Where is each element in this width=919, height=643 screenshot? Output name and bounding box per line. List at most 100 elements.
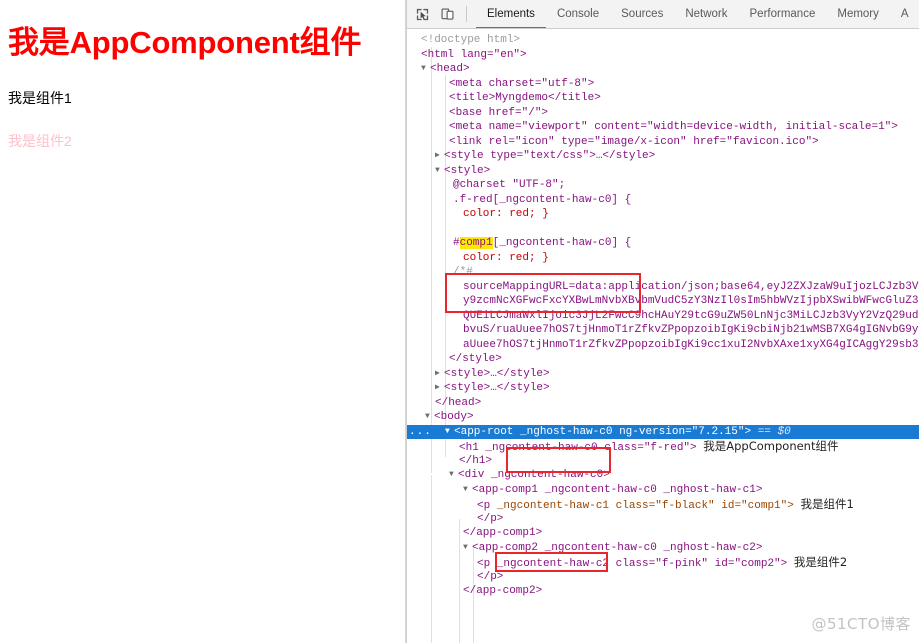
expand-arrow-icon[interactable] (445, 425, 454, 440)
tree-row-h1[interactable]: <h1 _ngcontent-haw-c0 class="f-red"> 我是A… (407, 439, 919, 454)
tree-row-b64-5[interactable]: aUuee7hOS7tjHnmoT1rZfkvZPpopzoibIgKi9cc1… (407, 338, 919, 353)
title-text: <title>Myngdemo</title> (449, 92, 601, 104)
meta-charset-text: <meta charset="utf-8"> (449, 77, 595, 90)
tree-row-css-rule1-decl[interactable]: color: red; } (407, 207, 919, 222)
tree-row-blank-1 (407, 222, 919, 237)
overflow-badge[interactable]: ... (409, 425, 432, 440)
tree-row-app-comp1-close[interactable]: </app-comp1> (407, 526, 919, 541)
head-tag-text: <head> (430, 63, 470, 75)
expand-arrow-icon[interactable] (449, 468, 458, 483)
tree-row-css-charset[interactable]: @charset "UTF-8"; (407, 178, 919, 193)
body-tag-text: <body> (434, 411, 474, 423)
tree-row-b64-1[interactable]: sourceMappingURL=data:application/json;b… (407, 280, 919, 295)
tree-row-h1-close[interactable]: </h1> (407, 454, 919, 469)
tree-row-title[interactable]: <title>Myngdemo</title> (407, 91, 919, 106)
app-comp1-close-text: </app-comp1> (463, 527, 543, 539)
tree-row-style-close[interactable]: </style> (407, 352, 919, 367)
tab-performance-label: Performance (749, 8, 816, 20)
tab-sources-label: Sources (621, 8, 664, 20)
tab-console[interactable]: Console (546, 0, 610, 28)
tree-row-p-comp2-close[interactable]: </p> (407, 570, 919, 585)
app-comp1-tag-text: <app-comp1 _ngcontent-haw-c0 _nghost-haw… (472, 483, 763, 496)
screenshot-root: 我是AppComponent组件 我是组件1 我是组件2 Elements Co… (0, 0, 919, 643)
tab-network[interactable]: Network (674, 0, 738, 28)
tree-row-style-collapsed-b[interactable]: <style>…</style> (407, 381, 919, 396)
tab-memory-label: Memory (837, 8, 879, 20)
tree-row-app-comp2-close[interactable]: </app-comp2> (407, 584, 919, 599)
html-tag-text: <html lang="en"> (421, 48, 527, 61)
tree-row-link-icon[interactable]: <link rel="icon" type="image/x-icon" hre… (407, 135, 919, 150)
tree-row-doctype[interactable]: <!doctype html> (407, 33, 919, 48)
elements-dom-tree[interactable]: <!doctype html> <html lang="en"> <head> … (407, 29, 919, 643)
style-close-text: </style> (449, 353, 502, 365)
tree-row-p-comp2[interactable]: <p _ngcontent-haw-c2 class="f-pink" id="… (407, 555, 919, 570)
tab-memory[interactable]: Memory (826, 0, 890, 28)
expand-arrow-icon[interactable] (435, 149, 444, 164)
base-text: <base href="/"> (449, 106, 549, 119)
tree-row-app-comp1[interactable]: <app-comp1 _ngcontent-haw-c0 _nghost-haw… (407, 483, 919, 498)
tree-row-html[interactable]: <html lang="en"> (407, 48, 919, 63)
tree-row-meta-charset[interactable]: <meta charset="utf-8"> (407, 77, 919, 92)
style-collapsed-a-text: <style>…</style> (444, 367, 550, 380)
expand-arrow-icon[interactable] (425, 410, 434, 425)
tree-row-div[interactable]: <div _ngcontent-haw-c0> (407, 468, 919, 483)
tree-row-b64-4[interactable]: bvuS/ruaUuee7hOS7tjHnmoT1rZfkvZPpopzoibI… (407, 323, 919, 338)
tab-network-label: Network (685, 8, 728, 20)
tree-row-css-rule2-decl[interactable]: color: red; } (407, 251, 919, 266)
app-comp2-tag-text: <app-comp2 _ngcontent-haw-c0 _nghost-haw… (472, 541, 763, 554)
tab-elements[interactable]: Elements (476, 0, 546, 28)
p2-space (787, 558, 794, 570)
tree-row-head[interactable]: <head> (407, 62, 919, 77)
style-collapsed-b-text: <style>…</style> (444, 382, 550, 394)
p2-inner-text: 我是组件2 (793, 555, 848, 569)
doctype-text: <!doctype html> (421, 34, 521, 46)
tree-row-style-collapsed-a[interactable]: <style>…</style> (407, 367, 919, 382)
expand-arrow-icon[interactable] (463, 483, 472, 498)
tree-row-p-comp1-close[interactable]: </p> (407, 512, 919, 527)
p1-rest-attrs: class="f-black" id="comp1"> (609, 500, 794, 512)
tree-row-comment-open[interactable]: /*# (407, 265, 919, 280)
component1-paragraph: 我是组件1 (8, 90, 72, 107)
expand-arrow-icon[interactable] (463, 541, 472, 556)
h1-inner-text: 我是AppComponent组件 (703, 439, 839, 453)
link-icon-text: <link rel="icon" type="image/x-icon" hre… (449, 135, 819, 148)
css-rule1-decl-text: color: red; } (463, 208, 549, 220)
tab-performance[interactable]: Performance (739, 0, 827, 28)
tree-row-b64-3[interactable]: QUEiLCJmaWxlIjoic3JjL2FwcC9hcHAuY29tcG9u… (407, 309, 919, 324)
tab-application-clipped[interactable]: A (890, 0, 919, 28)
device-toolbar-icon[interactable] (438, 5, 456, 23)
tree-row-app-root-selected[interactable]: ... <app-root _nghost-haw-c0 ng-version=… (407, 424, 919, 440)
tree-row-head-close[interactable]: </head> (407, 396, 919, 411)
tree-row-b64-2[interactable]: y9zcmNcXGFwcFxcYXBwLmNvbXBvbmVudC5zY3NzI… (407, 294, 919, 309)
tree-row-css-rule2-selector[interactable]: #comp1[_ngcontent-haw-c0] { (407, 236, 919, 251)
selected-node-marker: == $0 (757, 425, 791, 438)
expand-arrow-icon[interactable] (435, 381, 444, 396)
browser-page-viewport: 我是AppComponent组件 我是组件1 我是组件2 (0, 0, 406, 643)
css-rule2-selector-rest: [_ngcontent-haw-c0] { (492, 237, 632, 249)
p1-close-text: </p> (477, 512, 504, 525)
sourcemap-line-3: QUEiLCJmaWxlIjoic3JjL2FwcC9hcHAuY29tcG9u… (463, 309, 919, 322)
tree-row-app-comp2[interactable]: <app-comp2 _ngcontent-haw-c0 _nghost-haw… (407, 541, 919, 556)
comment-open-text: /*# (453, 266, 473, 278)
devtools-toolbar: Elements Console Sources Network Perform… (407, 0, 919, 29)
tree-row-style-open[interactable]: <style> (407, 164, 919, 179)
inspect-element-icon[interactable] (413, 5, 431, 23)
tree-row-css-rule1-selector[interactable]: .f-red[_ngcontent-haw-c0] { (407, 193, 919, 208)
devtools-toolbar-icons (407, 0, 476, 28)
expand-arrow-icon[interactable] (435, 367, 444, 382)
tree-row-base[interactable]: <base href="/"> (407, 106, 919, 121)
tree-row-p-comp1[interactable]: <p _ngcontent-haw-c1 class="f-black" id=… (407, 497, 919, 512)
tab-sources[interactable]: Sources (610, 0, 674, 28)
div-tag-text: <div _ngcontent-haw-c0> (458, 469, 610, 481)
style-typed-text: <style type="text/css">…</style> (444, 150, 656, 162)
tree-row-meta-viewport[interactable]: <meta name="viewport" content="width=dev… (407, 120, 919, 135)
expand-arrow-icon[interactable] (435, 164, 444, 179)
tree-row-body[interactable]: <body> (407, 410, 919, 425)
p2-markup-text: <p _ngcontent-haw-c2 class="f-pink" id="… (477, 558, 788, 570)
page-scrollbar[interactable] (396, 0, 405, 643)
app-root-ngversion-attr: ng-version="7.2.15"> (619, 425, 752, 438)
style-open-text: <style> (444, 164, 491, 177)
css-rule1-selector-text: .f-red[_ngcontent-haw-c0] { (453, 193, 632, 206)
expand-arrow-icon[interactable] (421, 62, 430, 77)
tree-row-style-typed[interactable]: <style type="text/css">…</style> (407, 149, 919, 164)
